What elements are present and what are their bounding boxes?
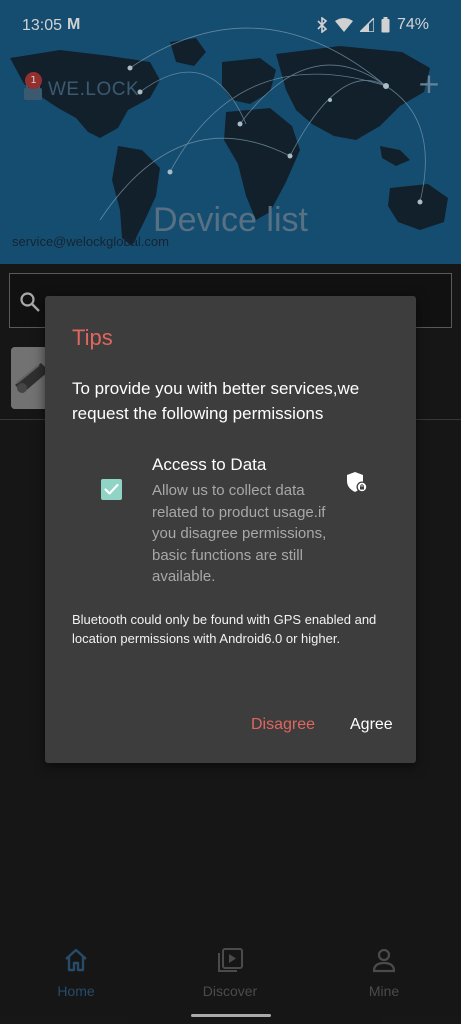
permission-description: Allow us to collect data related to prod…: [152, 482, 327, 585]
dialog-message: To provide you with better services,we r…: [72, 379, 360, 423]
agree-button[interactable]: Agree: [350, 716, 393, 734]
bluetooth-gps-note: Bluetooth could only be found with GPS e…: [72, 612, 377, 646]
disagree-button[interactable]: Disagree: [251, 716, 315, 734]
access-to-data-checkbox[interactable]: [101, 479, 122, 500]
dialog-title: Tips: [72, 325, 113, 350]
permission-title: Access to Data: [152, 455, 267, 474]
app-root: 13:05 M 74% WE.LOCK 1 + Device list serv…: [0, 0, 461, 1024]
shield-lock-icon: [347, 472, 368, 493]
checkmark-icon: [104, 483, 119, 495]
permission-tips-dialog: Tips To provide you with better services…: [45, 296, 416, 763]
